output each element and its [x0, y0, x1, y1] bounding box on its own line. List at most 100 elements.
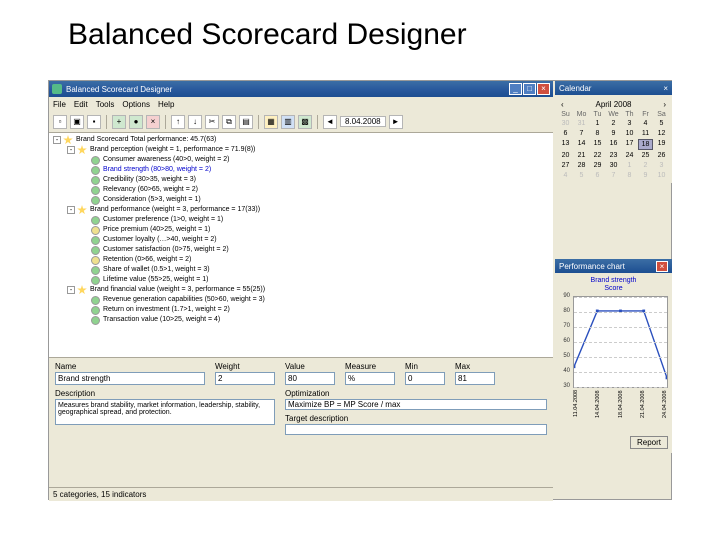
calendar-day[interactable]: 20	[558, 151, 573, 160]
toolbar-cut-icon[interactable]: ✂	[205, 115, 219, 129]
weight-field[interactable]	[215, 372, 275, 385]
tree-row[interactable]: Revenue generation capabilities (50>60, …	[53, 295, 549, 305]
toolbar-prev-date-icon[interactable]: ◄	[323, 115, 337, 129]
close-button[interactable]: ×	[537, 83, 550, 95]
toolbar-add-category-icon[interactable]: +	[112, 115, 126, 129]
tree-row[interactable]: Consumer awareness (40>0, weight = 2)	[53, 155, 549, 165]
calendar-day[interactable]: 4	[558, 171, 573, 180]
expander-icon[interactable]: -	[67, 206, 75, 214]
tree-row[interactable]: Customer satisfaction (0>75, weight = 2)	[53, 245, 549, 255]
calendar-next-icon[interactable]: ›	[660, 100, 669, 109]
minimize-button[interactable]: _	[509, 83, 522, 95]
toolbar-add-indicator-icon[interactable]: ●	[129, 115, 143, 129]
toolbar-excel-icon[interactable]: ▩	[298, 115, 312, 129]
value-field[interactable]	[285, 372, 335, 385]
calendar-day[interactable]: 13	[558, 139, 573, 150]
calendar-day[interactable]: 25	[638, 151, 653, 160]
toolbar-date[interactable]: 8.04.2008	[340, 116, 386, 127]
calendar-day[interactable]: 21	[574, 151, 589, 160]
calendar-day[interactable]: 10	[622, 129, 637, 138]
min-field[interactable]	[405, 372, 445, 385]
calendar-day[interactable]: 29	[590, 161, 605, 170]
menu-edit[interactable]: Edit	[74, 100, 88, 109]
maximize-button[interactable]: □	[523, 83, 536, 95]
measure-field[interactable]	[345, 372, 395, 385]
calendar-day[interactable]: 12	[654, 129, 669, 138]
name-field[interactable]	[55, 372, 205, 385]
tree-row[interactable]: Credibility (30>35, weight = 3)	[53, 175, 549, 185]
calendar-day[interactable]: 1	[590, 119, 605, 128]
toolbar-chart-icon[interactable]: ▦	[264, 115, 278, 129]
calendar-day[interactable]: 3	[622, 119, 637, 128]
calendar-day[interactable]: 7	[574, 129, 589, 138]
chart-titlebar[interactable]: Performance chart ×	[555, 259, 672, 273]
calendar-day[interactable]: 2	[606, 119, 621, 128]
calendar-prev-icon[interactable]: ‹	[558, 100, 567, 109]
calendar-day[interactable]: 30	[558, 119, 573, 128]
scorecard-tree[interactable]: -Brand Scorecard Total performance: 45.7…	[49, 133, 553, 357]
menu-tools[interactable]: Tools	[96, 100, 115, 109]
expander-icon[interactable]: -	[67, 286, 75, 294]
calendar-day[interactable]: 19	[654, 139, 669, 150]
calendar-day[interactable]: 5	[654, 119, 669, 128]
tree-row[interactable]: Customer preference (1>0, weight = 1)	[53, 215, 549, 225]
calendar-close-icon[interactable]: ×	[663, 84, 668, 93]
calendar-day[interactable]: 1	[622, 161, 637, 170]
app-titlebar[interactable]: Balanced Scorecard Designer _ □ ×	[49, 81, 553, 97]
calendar-day[interactable]: 6	[590, 171, 605, 180]
menu-help[interactable]: Help	[158, 100, 174, 109]
menu-options[interactable]: Options	[122, 100, 150, 109]
calendar-titlebar[interactable]: Calendar ×	[555, 81, 672, 95]
tree-row[interactable]: Retention (0>66, weight = 2)	[53, 255, 549, 265]
optimization-field[interactable]	[285, 399, 547, 410]
expander-icon[interactable]: -	[67, 146, 75, 154]
calendar-day[interactable]: 3	[654, 161, 669, 170]
tree-row[interactable]: Price premium (40>25, weight = 1)	[53, 225, 549, 235]
calendar-day[interactable]: 8	[622, 171, 637, 180]
target-description-field[interactable]	[285, 424, 547, 435]
tree-row[interactable]: Relevancy (60>65, weight = 2)	[53, 185, 549, 195]
description-field[interactable]: Measures brand stability, market informa…	[55, 399, 275, 425]
expander-icon[interactable]: -	[53, 136, 61, 144]
toolbar-save-icon[interactable]: ▪	[87, 115, 101, 129]
tree-row[interactable]: Lifetime value (55>25, weight = 1)	[53, 275, 549, 285]
toolbar-paste-icon[interactable]: ▤	[239, 115, 253, 129]
calendar-day[interactable]: 2	[638, 161, 653, 170]
chart-close-icon[interactable]: ×	[656, 261, 668, 272]
tree-row[interactable]: Customer loyalty (…>40, weight = 2)	[53, 235, 549, 245]
tree-row[interactable]: Return on investment (1.7>1, weight = 2)	[53, 305, 549, 315]
calendar-day[interactable]: 17	[622, 139, 637, 150]
calendar-day[interactable]: 9	[638, 171, 653, 180]
calendar-day[interactable]: 5	[574, 171, 589, 180]
max-field[interactable]	[455, 372, 495, 385]
calendar-day[interactable]: 30	[606, 161, 621, 170]
tree-row[interactable]: Consideration (5>3, weight = 1)	[53, 195, 549, 205]
calendar-day[interactable]: 22	[590, 151, 605, 160]
calendar-day[interactable]: 7	[606, 171, 621, 180]
calendar-day[interactable]: 15	[590, 139, 605, 150]
tree-row[interactable]: Share of wallet (0.5>1, weight = 3)	[53, 265, 549, 275]
toolbar-open-icon[interactable]: ▣	[70, 115, 84, 129]
calendar-day[interactable]: 9	[606, 129, 621, 138]
tree-row[interactable]: -Brand perception (weight = 1, performan…	[53, 145, 549, 155]
tree-row[interactable]: Transaction value (10>25, weight = 4)	[53, 315, 549, 325]
menu-file[interactable]: File	[53, 100, 66, 109]
calendar-day[interactable]: 26	[654, 151, 669, 160]
calendar-day[interactable]: 18	[638, 139, 653, 150]
tree-row[interactable]: -Brand financial value (weight = 3, perf…	[53, 285, 549, 295]
calendar-day[interactable]: 16	[606, 139, 621, 150]
calendar-day[interactable]: 23	[606, 151, 621, 160]
tree-row[interactable]: -Brand Scorecard Total performance: 45.7…	[53, 135, 549, 145]
toolbar-new-icon[interactable]: ▫	[53, 115, 67, 129]
calendar-day[interactable]: 4	[638, 119, 653, 128]
calendar-day[interactable]: 28	[574, 161, 589, 170]
calendar-day[interactable]: 8	[590, 129, 605, 138]
toolbar-up-icon[interactable]: ↑	[171, 115, 185, 129]
toolbar-down-icon[interactable]: ↓	[188, 115, 202, 129]
calendar-day[interactable]: 6	[558, 129, 573, 138]
calendar-day[interactable]: 31	[574, 119, 589, 128]
toolbar-report-icon[interactable]: ▥	[281, 115, 295, 129]
calendar-day[interactable]: 10	[654, 171, 669, 180]
toolbar-delete-icon[interactable]: ×	[146, 115, 160, 129]
toolbar-next-date-icon[interactable]: ►	[389, 115, 403, 129]
